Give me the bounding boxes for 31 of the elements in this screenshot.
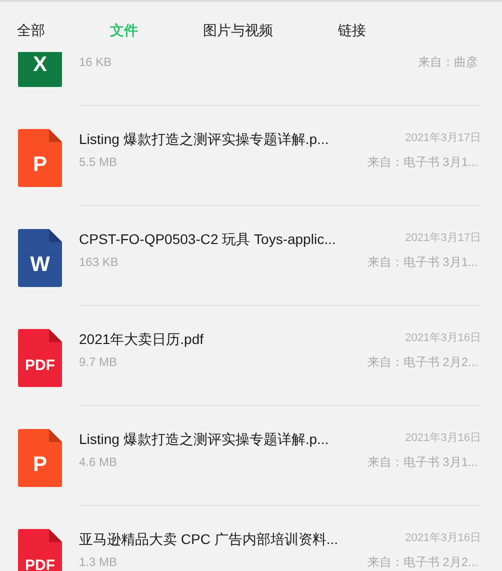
file-name[interactable]: CPST-FO-QP0503-C2 玩具 Toys-applic... — [79, 231, 336, 247]
file-source: 来自：电子书 3月1... — [367, 255, 478, 269]
file-source: 来自：电子书 3月1... — [367, 155, 478, 169]
file-source: 来自：电子书 2月2... — [367, 355, 478, 369]
file-name[interactable]: Listing 爆款打造之测评实操专题详解.p... — [79, 431, 329, 447]
pdf-file-icon: PDF — [18, 329, 62, 387]
file-date: 2021年3月17日 — [405, 132, 481, 144]
tab[interactable]: 链接 — [338, 21, 366, 52]
file-size: 4.6 MB — [79, 455, 118, 469]
file-size: 1.3 MB — [79, 555, 118, 569]
file-source: 来自：曲彦 — [418, 55, 478, 69]
word-file-icon: W — [18, 229, 62, 287]
file-source: 来自：电子书 3月1... — [367, 455, 478, 469]
file-size: 163 KB — [79, 255, 118, 269]
ppt-file-icon: P — [18, 129, 62, 187]
file-source: 来自：电子书 2月2... — [367, 555, 478, 569]
file-name[interactable]: 亚马逊精品大卖 CPC 广告内部培训资料... — [79, 531, 338, 547]
excel-file-icon: X — [18, 52, 62, 87]
tab[interactable]: 全部 — [17, 21, 45, 52]
file-size: 16 KB — [79, 55, 112, 69]
file-size: 5.5 MB — [79, 155, 118, 169]
file-date: 2021年3月16日 — [405, 532, 481, 544]
tab[interactable]: 图片与视频 — [203, 21, 273, 52]
file-size: 9.7 MB — [79, 355, 118, 369]
file-date: 2021年3月16日 — [405, 432, 481, 444]
file-name[interactable]: Listing 爆款打造之测评实操专题详解.p... — [79, 131, 329, 147]
file-date: 2021年3月16日 — [405, 332, 481, 344]
file-name[interactable]: 2021年大卖日历.pdf — [79, 331, 204, 347]
file-date: 2021年3月17日 — [405, 232, 481, 244]
ppt-file-icon: P — [18, 429, 62, 487]
pdf-file-icon: PDF — [18, 529, 62, 571]
